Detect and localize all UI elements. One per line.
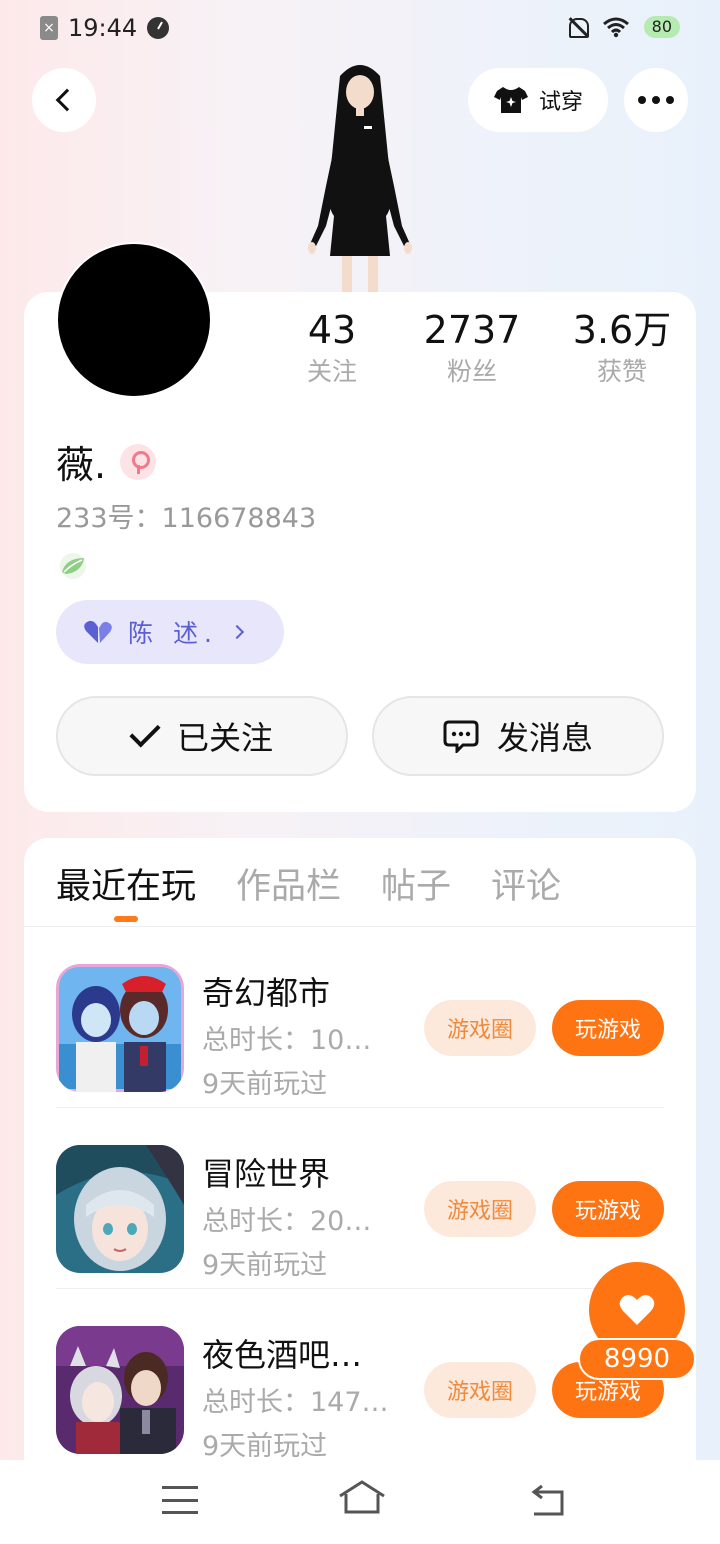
dot-icon xyxy=(638,96,646,104)
followed-label: 已关注 xyxy=(176,719,273,757)
tab-recently-played[interactable]: 最近在玩 xyxy=(56,858,196,910)
chevron-right-icon xyxy=(229,624,244,640)
user-name: 薇. xyxy=(56,443,107,487)
more-options-button[interactable] xyxy=(624,68,688,132)
stat-label: 关注 xyxy=(306,357,357,386)
couple-name: 陈 述. xyxy=(128,619,218,648)
tab-works[interactable]: 作品栏 xyxy=(236,858,341,910)
game-circle-button[interactable]: 游戏圈 xyxy=(424,1181,536,1237)
status-time: 19:44 xyxy=(68,14,138,42)
leaf-badge-icon[interactable] xyxy=(56,550,90,580)
game-duration: 总时长：147… xyxy=(202,1387,389,1418)
stat-value: 2737 xyxy=(423,308,521,352)
play-game-button[interactable]: 玩游戏 xyxy=(552,1181,664,1237)
game-title: 冒险世界 xyxy=(202,1155,331,1193)
system-nav-bar xyxy=(0,1460,720,1544)
avatar[interactable] xyxy=(56,242,212,398)
game-list-item[interactable]: 奇幻都市 总时长：10… 9天前玩过 游戏圈 玩游戏 xyxy=(56,928,664,1108)
game-list-item[interactable]: 夜色酒吧… 总时长：147… 9天前玩过 游戏圈 玩游戏 xyxy=(56,1290,664,1470)
game-icon-night-bar xyxy=(56,1326,184,1454)
stat-following[interactable]: 43 关注 xyxy=(282,306,382,390)
try-on-button[interactable]: 试穿 xyxy=(468,68,608,132)
send-message-button[interactable]: 发消息 xyxy=(372,696,664,776)
battery-indicator: 80 xyxy=(643,16,680,38)
play-game-button[interactable]: 玩游戏 xyxy=(552,1000,664,1056)
like-count: 8990 xyxy=(578,1338,696,1380)
double-heart-icon xyxy=(84,620,112,643)
female-icon xyxy=(120,443,157,480)
name-row: 薇. xyxy=(56,434,157,489)
stat-value: 3.6万 xyxy=(572,308,672,352)
couple-link-pill[interactable]: 陈 述. xyxy=(56,600,284,664)
game-circle-button[interactable]: 游戏圈 xyxy=(424,1362,536,1418)
back-nav-icon[interactable] xyxy=(530,1484,568,1518)
game-last-played: 9天前玩过 xyxy=(202,1069,328,1100)
divider xyxy=(56,1107,664,1108)
divider xyxy=(56,1288,664,1289)
dot-icon xyxy=(666,96,674,104)
user-id[interactable]: 233号：116678843 xyxy=(56,496,316,535)
notification-x-icon: × xyxy=(40,16,58,40)
content-card: 最近在玩 作品栏 帖子 评论 奇幻都市 总时长：10… 9天前玩过 游戏圈 玩游… xyxy=(24,838,696,1478)
try-on-label: 试穿 xyxy=(538,90,583,115)
stat-likes[interactable]: 3.6万 获赞 xyxy=(562,306,682,390)
tab-bar: 最近在玩 作品栏 帖子 评论 xyxy=(56,858,561,910)
menu-icon[interactable] xyxy=(162,1486,198,1514)
chevron-left-icon xyxy=(55,88,79,112)
chat-bubble-icon xyxy=(443,720,479,753)
tab-posts[interactable]: 帖子 xyxy=(381,858,451,910)
stat-label: 粉丝 xyxy=(446,357,497,386)
game-duration: 总时长：20… xyxy=(202,1206,372,1237)
stat-followers[interactable]: 2737 粉丝 xyxy=(382,306,562,390)
tab-comments[interactable]: 评论 xyxy=(491,858,561,910)
menu-line xyxy=(162,1498,198,1502)
followed-button[interactable]: 已关注 xyxy=(56,696,348,776)
mute-bell-icon xyxy=(566,16,589,38)
menu-line xyxy=(162,1486,198,1489)
stat-value: 43 xyxy=(307,308,357,352)
home-icon[interactable] xyxy=(338,1480,386,1516)
send-message-label: 发消息 xyxy=(496,719,593,757)
game-title: 夜色酒吧… xyxy=(202,1336,363,1374)
profile-stats: 43 关注 2737 粉丝 3.6万 获赞 xyxy=(282,306,682,390)
game-icon-fantasy-city xyxy=(56,964,184,1092)
game-duration: 总时长：10… xyxy=(202,1025,372,1056)
game-last-played: 9天前玩过 xyxy=(202,1431,328,1462)
avatar-character-figure[interactable] xyxy=(290,56,430,296)
game-circle-button[interactable]: 游戏圈 xyxy=(424,1000,536,1056)
shirt-sparkle-icon xyxy=(493,87,528,113)
status-bar: × 19:44 80 xyxy=(0,0,720,56)
wifi-icon xyxy=(602,17,629,38)
back-button[interactable] xyxy=(32,68,96,132)
check-icon xyxy=(129,716,161,748)
clock-icon xyxy=(147,17,170,39)
game-icon-adventure-world xyxy=(56,1145,184,1273)
divider xyxy=(24,926,696,927)
game-last-played: 9天前玩过 xyxy=(202,1250,328,1281)
stat-label: 获赞 xyxy=(596,357,647,386)
menu-line xyxy=(162,1511,198,1514)
dot-icon xyxy=(652,96,660,104)
heart-icon xyxy=(619,1295,655,1325)
game-list-item[interactable]: 冒险世界 总时长：20… 9天前玩过 游戏圈 玩游戏 xyxy=(56,1109,664,1289)
game-title: 奇幻都市 xyxy=(202,974,331,1012)
